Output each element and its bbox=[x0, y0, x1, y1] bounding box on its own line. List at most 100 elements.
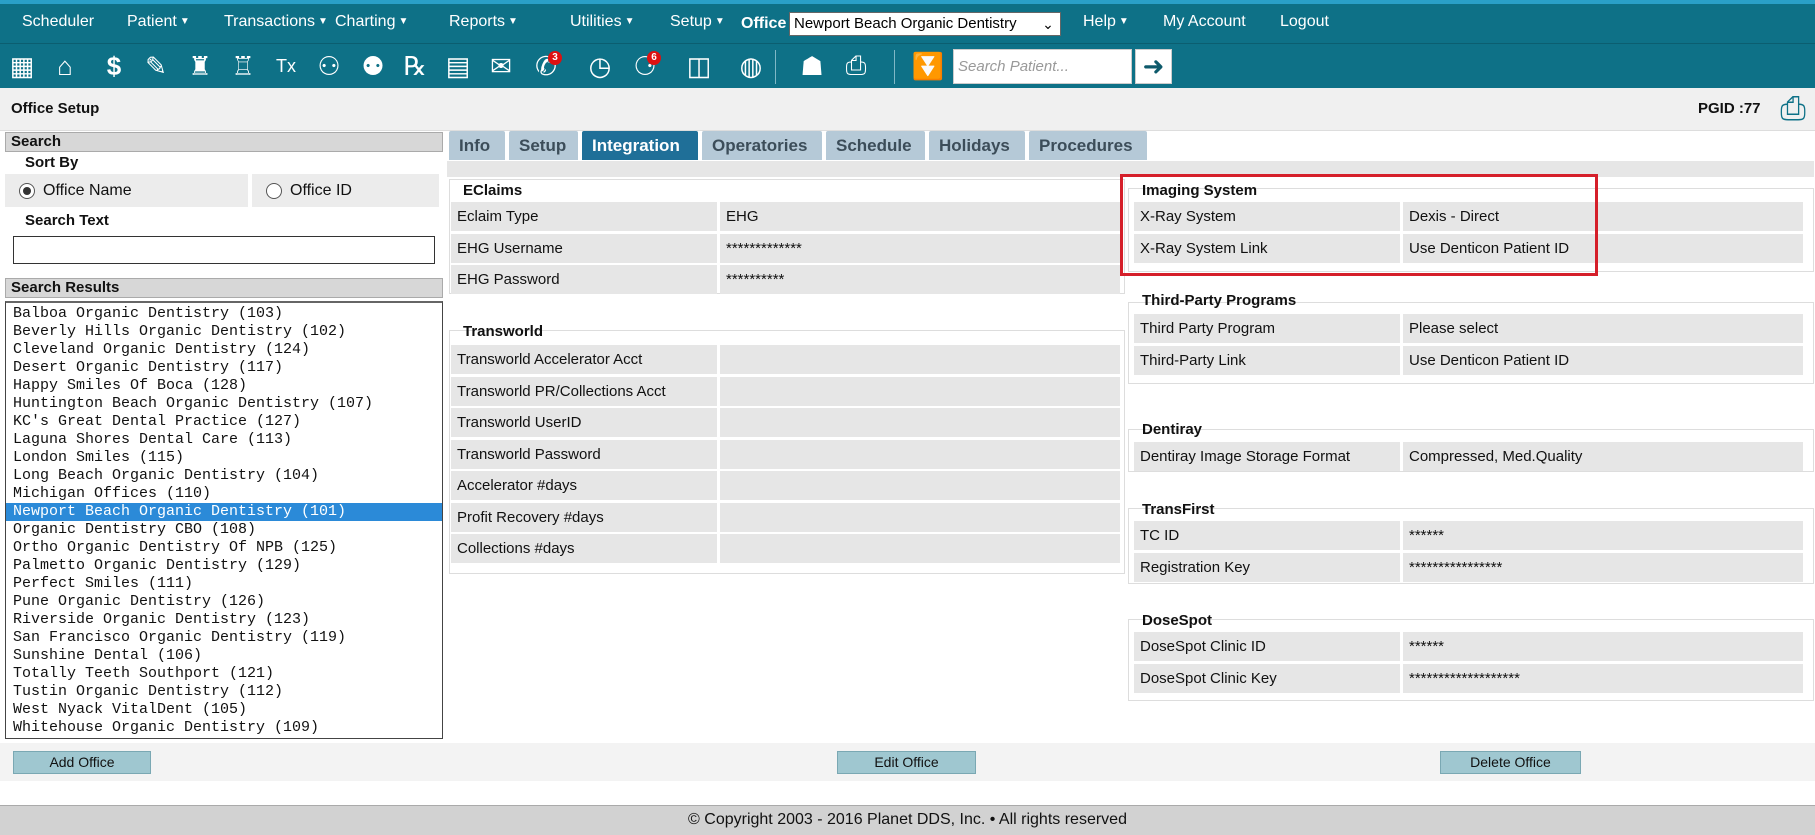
list-item[interactable]: London Smiles (115) bbox=[6, 449, 442, 467]
search-results-list[interactable]: Balboa Organic Dentistry (103) Beverly Hi… bbox=[5, 301, 443, 739]
field-value: ************* bbox=[720, 233, 1120, 263]
field-value: ****** bbox=[1403, 632, 1803, 661]
tab-holidays[interactable]: Holidays bbox=[929, 131, 1025, 160]
office-select-value: Newport Beach Organic Dentistry bbox=[794, 15, 1017, 32]
field-row: Transworld PR/Collections Acct bbox=[451, 376, 1120, 406]
menu-scheduler[interactable]: Scheduler bbox=[22, 13, 94, 31]
field-row: Transworld Password bbox=[451, 439, 1120, 469]
menu-setup[interactable]: Setup ▼ bbox=[670, 13, 725, 31]
icon-toolbar: ▦ ⌂ $ ✎ ♜ ♖ Tx ⚇ ⚉ ℞ ▤ ✉ ✆ 3 ◷ ⚆ 6 ◫ ◍ ☗ ⎙ ⏬ bbox=[0, 43, 1815, 88]
patient-alerts-icon[interactable]: ⚆ 6 bbox=[627, 49, 663, 83]
menu-logout[interactable]: Logout bbox=[1280, 13, 1329, 31]
caret-down-icon: ▼ bbox=[624, 16, 635, 27]
field-label: Third-Party Link bbox=[1134, 345, 1400, 375]
list-item[interactable]: Laguna Shores Dental Care (113) bbox=[6, 431, 442, 449]
list-item[interactable]: Ortho Organic Dentistry Of NPB (125) bbox=[6, 539, 442, 557]
pgid-label: PGID :77 bbox=[1698, 100, 1761, 117]
delete-office-button[interactable]: Delete Office bbox=[1440, 751, 1581, 774]
menu-help[interactable]: Help ▼ bbox=[1083, 13, 1129, 31]
list-item[interactable]: West Nyack VitalDent (105) bbox=[6, 701, 442, 719]
search-heading: Search bbox=[5, 132, 443, 152]
list-item[interactable]: Long Beach Organic Dentistry (104) bbox=[6, 467, 442, 485]
sort-option-label: Office Name bbox=[43, 181, 132, 199]
menu-reports[interactable]: Reports ▼ bbox=[449, 13, 518, 31]
dosespot-title: DoseSpot bbox=[1142, 612, 1213, 629]
tab-operatories[interactable]: Operatories bbox=[702, 131, 822, 160]
grid-icon[interactable]: ▦ bbox=[4, 49, 40, 83]
field-row: Transworld UserID bbox=[451, 408, 1120, 437]
notepad-icon[interactable]: ▤ bbox=[440, 49, 476, 83]
edit-list-icon[interactable]: ✎ bbox=[138, 49, 174, 83]
add-family-icon[interactable]: ⚉ bbox=[355, 49, 391, 83]
menu-my-account[interactable]: My Account bbox=[1163, 13, 1246, 31]
treatment-tx-icon[interactable]: Tx bbox=[268, 49, 304, 83]
list-item[interactable]: Happy Smiles Of Boca (128) bbox=[6, 377, 442, 395]
menu-label: Charting bbox=[335, 13, 396, 30]
field-row: Accelerator #days bbox=[451, 471, 1120, 500]
sort-office-name-option[interactable]: Office Name bbox=[5, 174, 248, 207]
list-item[interactable]: Palmetto Organic Dentistry (129) bbox=[6, 557, 442, 575]
menu-charting[interactable]: Charting ▼ bbox=[335, 13, 408, 31]
list-item[interactable]: Desert Organic Dentistry (117) bbox=[6, 359, 442, 377]
field-value: Please select bbox=[1403, 314, 1803, 343]
list-item[interactable]: Organic Dentistry CBO (108) bbox=[6, 521, 442, 539]
icon-glyph: ◍ bbox=[739, 50, 763, 81]
sort-office-id-option[interactable]: Office ID bbox=[252, 174, 439, 207]
printer-scan-icon[interactable]: ⎙ bbox=[838, 49, 874, 83]
tab-info[interactable]: Info bbox=[449, 131, 505, 160]
list-item[interactable]: Newport Beach Organic Dentistry (101) bbox=[6, 503, 442, 521]
tab-integration[interactable]: Integration bbox=[582, 131, 698, 160]
field-label: Registration Key bbox=[1134, 552, 1400, 582]
users-icon[interactable]: ☗ bbox=[794, 49, 830, 83]
list-item[interactable]: Perfect Smiles (111) bbox=[6, 575, 442, 593]
office-label: Office bbox=[741, 15, 787, 32]
edit-office-button[interactable]: Edit Office bbox=[837, 751, 976, 774]
list-item[interactable]: Huntington Beach Organic Dentistry (107) bbox=[6, 395, 442, 413]
list-item[interactable]: KC's Great Dental Practice (127) bbox=[6, 413, 442, 431]
tab-schedule[interactable]: Schedule bbox=[826, 131, 925, 160]
globe-icon[interactable]: ◍ bbox=[733, 49, 769, 83]
list-item[interactable]: Totally Teeth Southport (121) bbox=[6, 665, 442, 683]
list-item[interactable]: Whitehouse Organic Dentistry (109) bbox=[6, 719, 442, 737]
menu-transactions[interactable]: Transactions ▼ bbox=[224, 13, 328, 31]
search-go-icon[interactable]: ➜ bbox=[1135, 49, 1172, 84]
print-icon[interactable]: ⎙ bbox=[1775, 90, 1811, 126]
clock-icon[interactable]: ◷ bbox=[582, 49, 618, 83]
add-office-button[interactable]: Add Office bbox=[13, 751, 151, 774]
list-item[interactable]: Balboa Organic Dentistry (103) bbox=[6, 305, 442, 323]
office-select[interactable]: Newport Beach Organic Dentistry ⌄ bbox=[789, 12, 1061, 36]
message-icon[interactable]: ✆ 3 bbox=[528, 49, 564, 83]
search-patient-input[interactable]: Search Patient... bbox=[953, 49, 1132, 84]
list-item[interactable]: San Francisco Organic Dentistry (119) bbox=[6, 629, 442, 647]
menu-patient[interactable]: Patient ▼ bbox=[127, 13, 190, 31]
caret-down-icon: ▼ bbox=[318, 16, 328, 27]
menu-utilities[interactable]: Utilities ▼ bbox=[570, 13, 634, 31]
tooth-implant-icon[interactable]: ♖ bbox=[225, 49, 261, 83]
menu-label: Setup bbox=[670, 13, 712, 30]
field-label: DoseSpot Clinic Key bbox=[1134, 663, 1400, 693]
prescription-icon[interactable]: ℞ bbox=[397, 49, 433, 83]
icon-glyph: ⚉ bbox=[361, 50, 385, 81]
tooth-frame-icon[interactable]: ◫ bbox=[681, 49, 717, 83]
list-item[interactable]: Michigan Offices (110) bbox=[6, 485, 442, 503]
tab-setup[interactable]: Setup bbox=[509, 131, 578, 160]
search-text-input[interactable] bbox=[13, 236, 435, 264]
list-item[interactable]: Tustin Organic Dentistry (112) bbox=[6, 683, 442, 701]
list-item[interactable]: Riverside Organic Dentistry (123) bbox=[6, 611, 442, 629]
icon-glyph: ⏬ bbox=[911, 50, 945, 81]
mail-icon[interactable]: ✉ bbox=[483, 49, 519, 83]
icon-glyph: ◷ bbox=[588, 50, 612, 81]
list-item[interactable]: Cleveland Organic Dentistry (124) bbox=[6, 341, 442, 359]
tooth-icon[interactable]: ♜ bbox=[182, 49, 218, 83]
notification-badge: 6 bbox=[647, 51, 661, 65]
list-item[interactable]: Sunshine Dental (106) bbox=[6, 647, 442, 665]
list-item[interactable]: Pune Organic Dentistry (126) bbox=[6, 593, 442, 611]
icon-glyph: Tx bbox=[276, 55, 296, 76]
home-icon[interactable]: ⌂ bbox=[47, 49, 83, 83]
add-patient-icon[interactable]: ⚇ bbox=[311, 49, 347, 83]
list-item[interactable]: Beverly Hills Organic Dentistry (102) bbox=[6, 323, 442, 341]
expand-menu-icon[interactable]: ⏬ bbox=[910, 49, 946, 83]
tab-procedures[interactable]: Procedures bbox=[1029, 131, 1147, 160]
caret-down-icon: ▼ bbox=[1118, 16, 1129, 27]
dollar-transfer-icon[interactable]: $ bbox=[96, 49, 132, 83]
